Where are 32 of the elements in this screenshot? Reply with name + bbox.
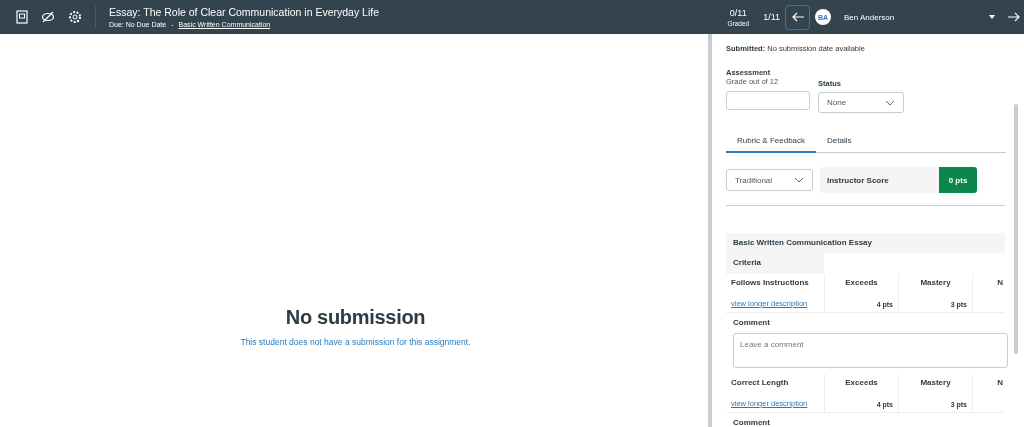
previous-student-button[interactable] bbox=[785, 4, 810, 30]
document-icon[interactable] bbox=[16, 10, 28, 24]
criteria-header: Criteria bbox=[726, 253, 825, 274]
settings-icon[interactable] bbox=[68, 10, 82, 24]
tab[interactable]: Details bbox=[816, 132, 863, 152]
chevron-down-icon bbox=[794, 177, 804, 183]
student-name[interactable]: Ben Anderson bbox=[844, 12, 989, 22]
graded-count: 0/11 bbox=[729, 7, 747, 18]
left-arrow-icon bbox=[790, 12, 805, 22]
comment-field[interactable]: Leave a comment bbox=[733, 333, 1008, 368]
caret-icon[interactable] bbox=[989, 15, 995, 19]
rating-cell[interactable]: N bbox=[973, 274, 1005, 312]
rating-cell[interactable]: N bbox=[973, 374, 1005, 412]
comment-label: Comment bbox=[733, 318, 771, 327]
assignment-title: Essay: The Role of Clear Communication in Everyday Life bbox=[109, 6, 380, 18]
grade-input[interactable] bbox=[726, 91, 810, 110]
rubric-type-select[interactable]: Traditional bbox=[726, 169, 813, 191]
score-badge: 0 pts bbox=[939, 167, 977, 193]
no-submission-heading: No submission bbox=[284, 306, 427, 329]
no-submission-message: This student does not have a submission for this assignment. bbox=[240, 337, 471, 347]
status-select[interactable]: None bbox=[818, 92, 904, 113]
scrollbar[interactable] bbox=[1014, 104, 1018, 354]
criterion-name: Follows Instructions bbox=[731, 278, 810, 287]
instructor-score-label: Instructor Score bbox=[827, 175, 889, 185]
tab[interactable]: Rubric & Feedback bbox=[726, 132, 817, 153]
eye-slash-icon[interactable] bbox=[41, 11, 55, 23]
criterion-name: Correct Length bbox=[731, 378, 790, 387]
comment-label: Comment bbox=[733, 418, 771, 427]
next-arrow-icon[interactable] bbox=[1008, 12, 1020, 22]
chevron-down-icon bbox=[885, 99, 895, 106]
rubric-title: Basic Written Communication Essay bbox=[726, 233, 1005, 253]
student-position: 1/11 bbox=[763, 12, 780, 22]
